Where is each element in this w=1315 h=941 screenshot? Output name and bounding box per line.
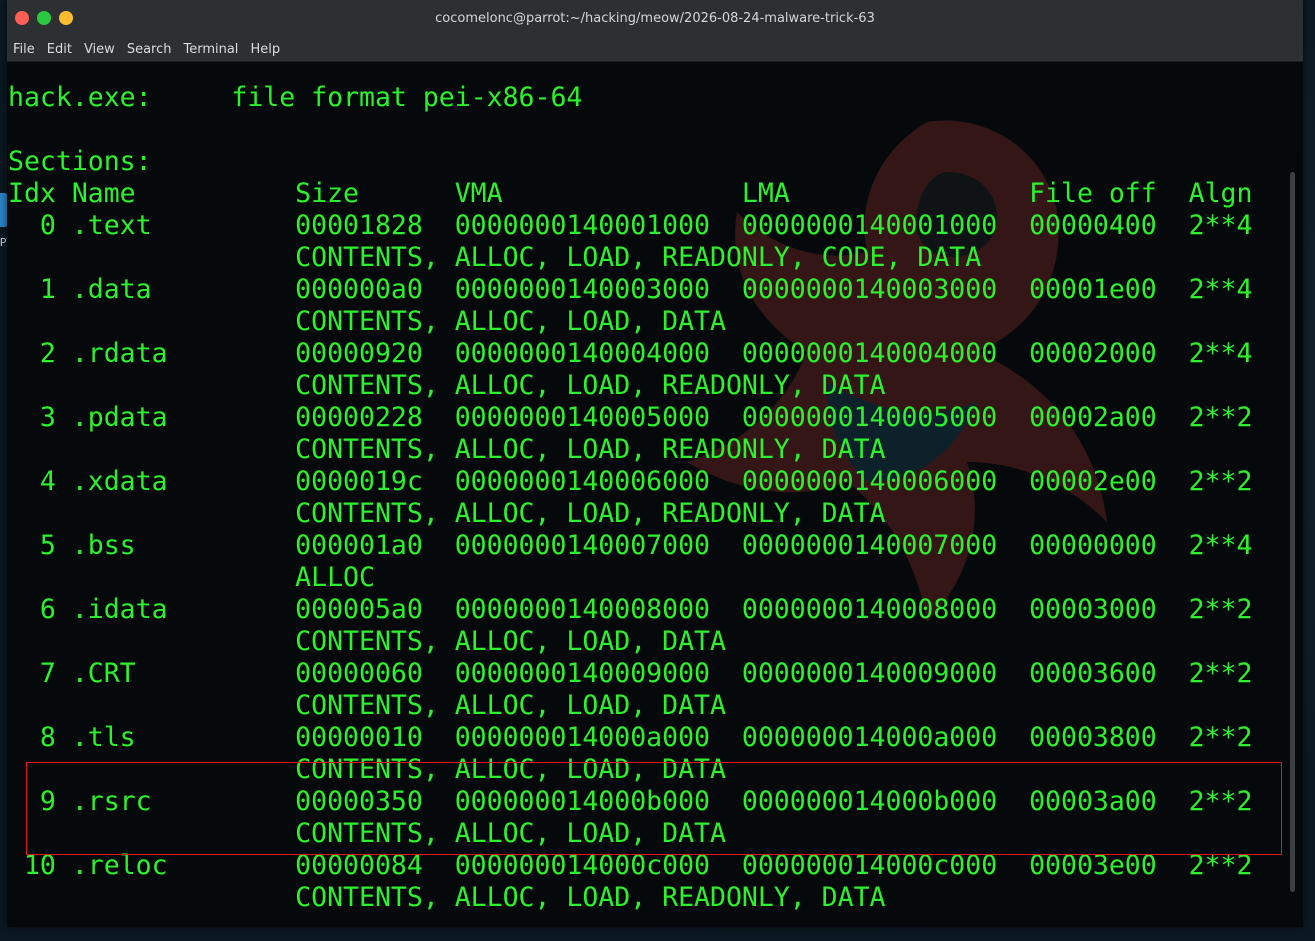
title-bar[interactable]: cocomelonc@parrot:~/hacking/meow/2026-08… [7,0,1303,38]
menu-edit[interactable]: Edit [41,40,78,63]
terminal-line: 0 .text 00001828 0000000140001000 000000… [8,210,1253,241]
terminal-output[interactable]: hack.exe: file format pei-x86-64 Sections… [7,62,1303,927]
terminal-line: CONTENTS, ALLOC, LOAD, DATA [8,754,726,785]
menu-bar: File Edit View Search Terminal Help [7,38,1303,62]
terminal-line: CONTENTS, ALLOC, LOAD, DATA [8,306,726,337]
terminal-line: CONTENTS, ALLOC, LOAD, READONLY, DATA [8,370,886,401]
terminal-line: CONTENTS, ALLOC, LOAD, READONLY, DATA [8,434,886,465]
terminal-line: CONTENTS, ALLOC, LOAD, DATA [8,818,726,849]
terminal-line: CONTENTS, ALLOC, LOAD, DATA [8,690,726,721]
menu-help[interactable]: Help [244,40,286,63]
terminal-line: 10 .reloc 00000084 000000014000c000 0000… [8,850,1253,881]
terminal-line: CONTENTS, ALLOC, LOAD, READONLY, DATA [8,498,886,529]
terminal-line: 5 .bss 000001a0 0000000140007000 0000000… [8,530,1253,561]
window-title: cocomelonc@parrot:~/hacking/meow/2026-08… [435,11,875,26]
terminal-line: 3 .pdata 00000228 0000000140005000 00000… [8,402,1253,433]
desktop: /PT-files cocomelonc@parrot:~/hacking/me… [0,0,1315,941]
terminal-line: ALLOC [8,562,375,593]
terminal-line: 9 .rsrc 00000350 000000014000b000 000000… [8,786,1253,817]
terminal-scrollbar[interactable] [1290,172,1295,892]
terminal-window: cocomelonc@parrot:~/hacking/meow/2026-08… [7,0,1303,927]
terminal-line: 4 .xdata 0000019c 0000000140006000 00000… [8,466,1253,497]
menu-terminal[interactable]: Terminal [177,40,244,63]
terminal-line: Idx Name Size VMA LMA File off Algn [8,178,1253,209]
terminal-line: CONTENTS, ALLOC, LOAD, READONLY, DATA [8,882,886,913]
terminal-line: 6 .idata 000005a0 0000000140008000 00000… [8,594,1253,625]
menu-search[interactable]: Search [121,40,178,63]
terminal-line: 2 .rdata 00000920 0000000140004000 00000… [8,338,1253,369]
terminal-line: hack.exe: file format pei-x86-64 [8,82,583,113]
terminal-line: CONTENTS, ALLOC, LOAD, DATA [8,626,726,657]
terminal-line: 8 .tls 00000010 000000014000a000 0000000… [8,722,1253,753]
menu-file[interactable]: File [7,40,41,63]
menu-view[interactable]: View [78,40,121,63]
terminal-line: CONTENTS, ALLOC, LOAD, READONLY, CODE, D… [8,242,982,273]
terminal-line: 7 .CRT 00000060 0000000140009000 0000000… [8,658,1253,689]
terminal-line: 1 .data 000000a0 0000000140003000 000000… [8,274,1253,305]
terminal-line: Sections: [8,146,152,177]
